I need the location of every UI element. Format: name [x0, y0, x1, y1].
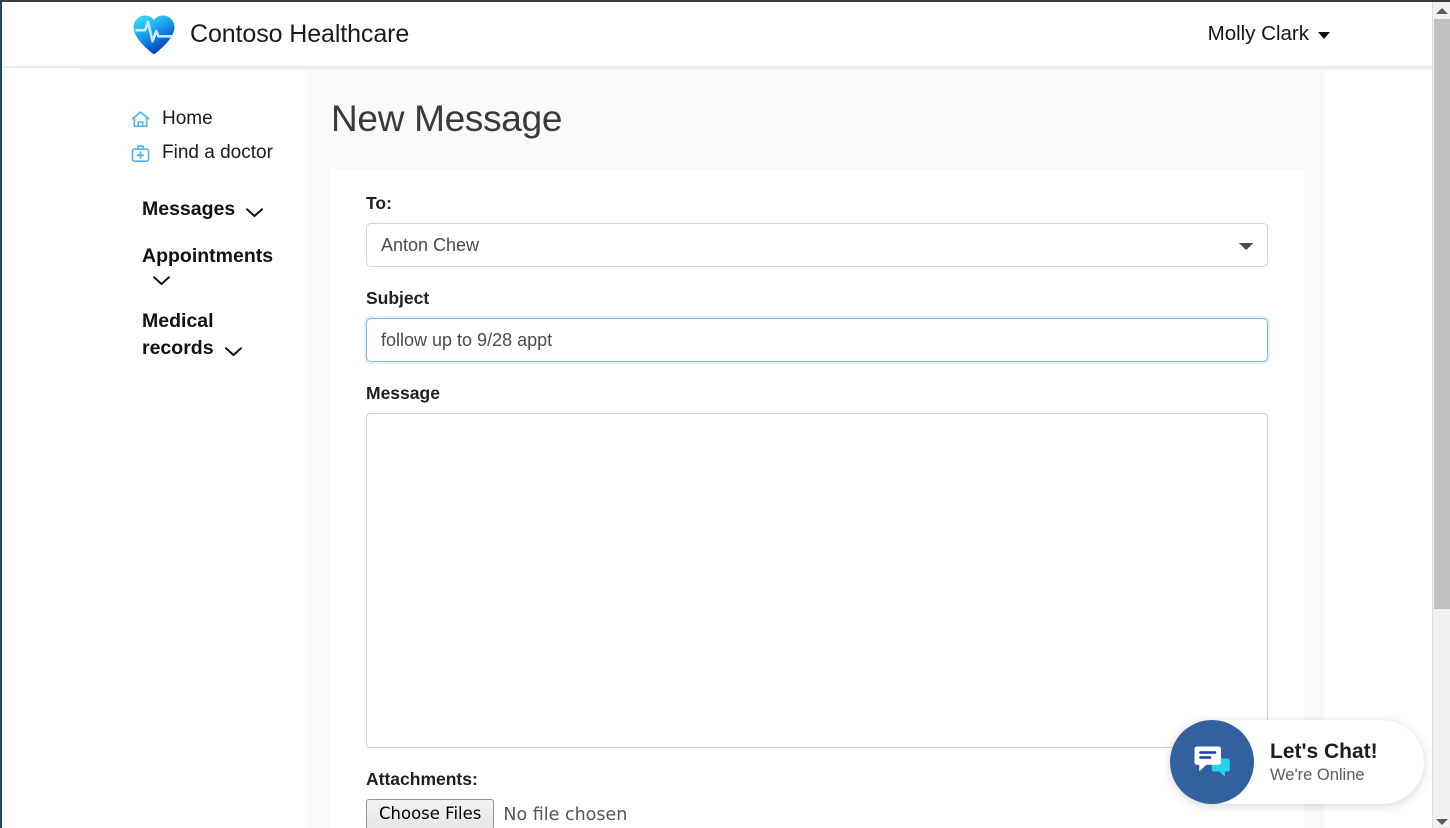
chat-widget-title: Let's Chat! [1270, 739, 1378, 764]
sidebar-group-appointments[interactable]: Appointments [2, 243, 307, 288]
chat-bubbles-icon [1170, 720, 1254, 804]
chat-widget-subtitle: We're Online [1270, 764, 1378, 786]
to-field-block: To: Anton Chew [366, 193, 1268, 267]
chat-widget-text: Let's Chat! We're Online [1270, 739, 1378, 786]
header-divider [80, 66, 1434, 70]
file-input-row: Choose Files No file chosen [366, 799, 1268, 828]
choose-files-button[interactable]: Choose Files [366, 799, 494, 828]
sidebar-item-find-a-doctor[interactable]: Find a doctor [2, 136, 307, 170]
heart-pulse-logo-icon [130, 12, 178, 56]
page-title: New Message [307, 70, 1324, 140]
scroll-down-triangle [1436, 819, 1448, 825]
to-label: To: [366, 193, 1268, 214]
sidebar-nav: Home Find a doctor Messages Appointments [2, 70, 307, 828]
app-header: Contoso Healthcare Molly Clark [2, 2, 1434, 66]
account-menu-button[interactable]: Molly Clark [1208, 22, 1330, 46]
sidebar-item-find-a-doctor-label: Find a doctor [162, 142, 273, 164]
page-body: Home Find a doctor Messages Appointments [2, 70, 1434, 828]
message-label: Message [366, 383, 1268, 404]
sidebar-group-messages-label: Messages [142, 198, 235, 220]
no-file-chosen-text: No file chosen [503, 805, 627, 825]
sidebar-group-appointments-label: Appointments [142, 245, 273, 267]
vertical-scrollbar[interactable] [1432, 2, 1450, 828]
sidebar-group-medical-records[interactable]: Medical records [2, 308, 307, 362]
doctor-bag-icon [130, 143, 151, 164]
sidebar-group-medical-records-label: Medical records [142, 310, 214, 359]
caret-down-icon [1318, 32, 1330, 39]
scrollbar-thumb[interactable] [1434, 19, 1450, 609]
subject-input[interactable] [366, 318, 1268, 362]
message-field-block: Message [366, 383, 1268, 748]
attachments-label: Attachments: [366, 769, 1268, 790]
sidebar-item-home[interactable]: Home [2, 102, 307, 136]
chevron-down-icon [245, 205, 264, 216]
main-content: New Message To: Anton Chew Subject Messa… [307, 70, 1324, 828]
home-icon [130, 109, 151, 130]
chevron-down-icon [152, 273, 171, 284]
chevron-down-icon [224, 344, 243, 355]
scroll-up-arrow-icon[interactable] [1433, 2, 1450, 19]
scroll-up-triangle [1436, 8, 1448, 14]
scroll-down-arrow-icon[interactable] [1433, 813, 1450, 828]
account-name: Molly Clark [1208, 22, 1309, 46]
brand-logo-link[interactable]: Contoso Healthcare [130, 12, 409, 56]
sidebar-group-messages[interactable]: Messages [2, 196, 307, 223]
browser-viewport: Contoso Healthcare Molly Clark Home [0, 0, 1450, 828]
recipient-select[interactable]: Anton Chew [366, 223, 1268, 267]
message-textarea[interactable] [366, 413, 1268, 748]
subject-label: Subject [366, 288, 1268, 309]
new-message-form: To: Anton Chew Subject Message Attachmen… [330, 169, 1304, 828]
chat-widget[interactable]: Let's Chat! We're Online [1170, 720, 1424, 804]
sidebar-item-home-label: Home [162, 108, 213, 130]
header-divider-left [2, 66, 80, 68]
brand-name: Contoso Healthcare [190, 20, 409, 49]
subject-field-block: Subject [366, 288, 1268, 362]
attachments-block: Attachments: Choose Files No file chosen [366, 769, 1268, 828]
